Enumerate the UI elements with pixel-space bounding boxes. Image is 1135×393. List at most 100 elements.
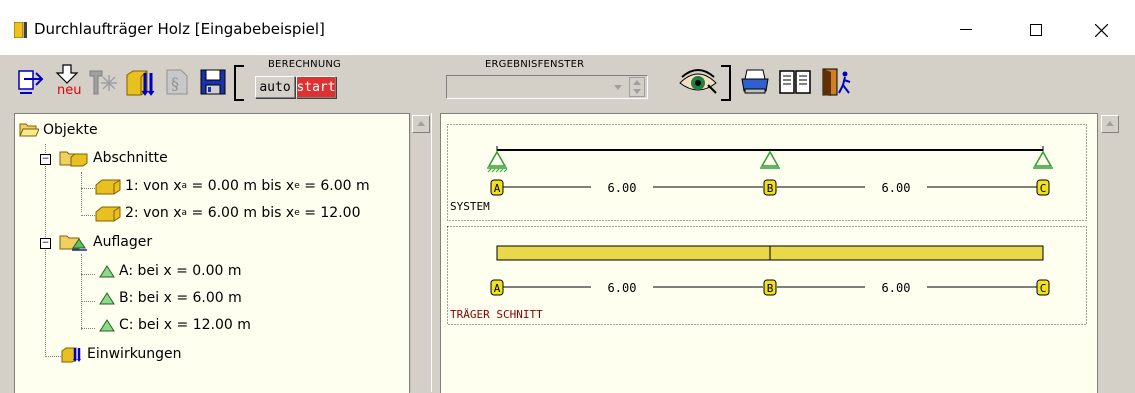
floppy-disk-icon: [200, 69, 226, 95]
title-bar: Durchlaufträger Holz [Eingabebeispiel]: [0, 0, 1135, 55]
section-span-1: 6.00: [608, 281, 637, 295]
save-button[interactable]: [196, 63, 230, 101]
beam-section-icon: [95, 206, 121, 222]
tree-item-auflager-a[interactable]: A: bei x = 0.00 m: [99, 263, 242, 279]
tree-scrollbar[interactable]: [410, 113, 431, 392]
new-label: neu: [57, 83, 82, 98]
system-node-b: B: [767, 182, 774, 195]
tree-root-label: Objekte: [43, 122, 98, 138]
eye-icon: [679, 69, 717, 94]
book-icon: [779, 70, 811, 94]
toolbar: neu § BERECHNUNG auto start ERGEBNISFENS…: [0, 55, 1135, 110]
tree-line: [45, 144, 46, 357]
structure-drawing: A B C 6.00 6.00 SYSTEM A B C 6.00 6.00 T…: [447, 124, 1087, 325]
tree-item-abschnitte[interactable]: Abschnitte: [59, 149, 168, 167]
tree-einwirkungen-label: Einwirkungen: [87, 346, 182, 362]
collapse-abschnitte-toggle[interactable]: −: [40, 154, 51, 165]
tree-line: [81, 215, 95, 216]
print-button[interactable]: [738, 63, 772, 101]
maximize-button[interactable]: [1013, 10, 1059, 50]
maximize-icon: [1030, 24, 1042, 36]
tree-line: [45, 356, 61, 357]
graphics-scrollbar[interactable]: [1098, 113, 1122, 392]
spinner-icon[interactable]: [629, 77, 645, 97]
exit-door-icon: [822, 68, 851, 96]
object-tree[interactable]: Objekte − Abschnitte 1: von xa = 0.00 m …: [14, 113, 410, 393]
result-window-select[interactable]: [446, 75, 648, 99]
system-support-b: [760, 150, 780, 169]
loads-icon: [126, 70, 155, 96]
hammer-icon: [89, 70, 117, 95]
bracket-left: [234, 65, 244, 101]
system-support-a: [487, 150, 508, 173]
auflager-c-label: C: bei x = 12.00 m: [119, 317, 251, 333]
tree-line: [81, 172, 82, 212]
section-span-2: 6.00: [882, 281, 911, 295]
scroll-up-icon: [1106, 121, 1114, 126]
abschnitt-2-mid: = 6.00 m bis x: [187, 205, 295, 221]
auflager-b-label: B: bei x = 6.00 m: [119, 290, 242, 306]
scroll-up-button[interactable]: [412, 115, 430, 133]
tree-item-auflager-c[interactable]: C: bei x = 12.00 m: [99, 317, 251, 333]
norm-button[interactable]: §: [161, 63, 195, 101]
berechnung-label: BERECHNUNG: [268, 59, 341, 70]
abschnitt-1-prefix: 1: von x: [125, 178, 182, 194]
sections-folder-icon: [59, 151, 88, 167]
beam-section-icon: [95, 179, 121, 195]
collapse-auflager-toggle[interactable]: −: [40, 238, 51, 249]
new-button[interactable]: neu: [50, 63, 84, 101]
loads-folder-icon: [61, 347, 81, 363]
close-icon: [1094, 23, 1108, 37]
paragraph-icon: §: [166, 69, 188, 95]
system-span-2: 6.00: [882, 181, 911, 195]
open-folder-icon: [19, 123, 39, 137]
exit-button[interactable]: [820, 63, 854, 101]
tree-line: [81, 188, 95, 189]
ergebnisfenster-label: ERGEBNISFENSTER: [485, 59, 585, 70]
tree-item-auflager-b[interactable]: B: bei x = 6.00 m: [99, 290, 242, 306]
import-export-icon: [18, 70, 44, 94]
minimize-button[interactable]: [943, 10, 989, 50]
section-node-c: C: [1040, 282, 1047, 295]
minimize-icon: [960, 29, 972, 30]
tree-item-abschnitt-2[interactable]: 2: von xa = 6.00 m bis xe = 12.00: [95, 204, 360, 222]
graphics-panel[interactable]: A B C 6.00 6.00 SYSTEM A B C 6.00 6.00 T…: [440, 113, 1098, 393]
tree-line: [81, 301, 95, 302]
window-title: Durchlaufträger Holz [Eingabebeispiel]: [34, 20, 325, 38]
abschnitt-2-prefix: 2: von x: [125, 205, 182, 221]
tree-auflager-label: Auflager: [93, 234, 153, 250]
support-triangle-icon: [99, 319, 115, 332]
bracket-right: [721, 65, 731, 101]
supports-folder-icon: [59, 235, 87, 251]
manual-button[interactable]: [778, 63, 812, 101]
system-support-c: [1033, 150, 1053, 169]
close-button[interactable]: [1078, 10, 1124, 50]
section-frame: [447, 226, 1087, 325]
start-button[interactable]: start: [296, 76, 336, 98]
loads-button[interactable]: [124, 63, 158, 101]
scroll-up-icon: [417, 121, 425, 126]
support-triangle-icon: [99, 265, 115, 278]
graphics-scroll-up-button[interactable]: [1101, 115, 1119, 133]
tree-root[interactable]: Objekte: [19, 122, 98, 138]
view-button[interactable]: [678, 63, 718, 101]
abschnitt-1-mid: = 0.00 m bis x: [187, 178, 295, 194]
tree-abschnitte-label: Abschnitte: [93, 150, 168, 166]
tools-button[interactable]: [86, 63, 120, 101]
tree-item-einwirkungen[interactable]: Einwirkungen: [61, 345, 182, 363]
svg-text:§: §: [171, 74, 179, 93]
section-label: TRÄGER SCHNITT: [450, 308, 543, 321]
system-label: SYSTEM: [450, 200, 490, 213]
auto-button[interactable]: auto: [255, 76, 295, 98]
abschnitt-2-suffix: = 12.00: [299, 205, 361, 221]
app-icon: [14, 22, 27, 38]
tree-item-abschnitt-1[interactable]: 1: von xa = 0.00 m bis xe = 6.00 m: [95, 177, 370, 195]
tree-item-auflager[interactable]: Auflager: [59, 233, 152, 251]
system-span-1: 6.00: [608, 181, 637, 195]
abschnitt-1-suffix: = 6.00 m: [299, 178, 370, 194]
import-button[interactable]: [14, 63, 48, 101]
system-node-c: C: [1040, 182, 1047, 195]
chevron-down-icon: [614, 85, 622, 90]
auflager-a-label: A: bei x = 0.00 m: [119, 263, 242, 279]
section-node-a: A: [494, 282, 501, 295]
